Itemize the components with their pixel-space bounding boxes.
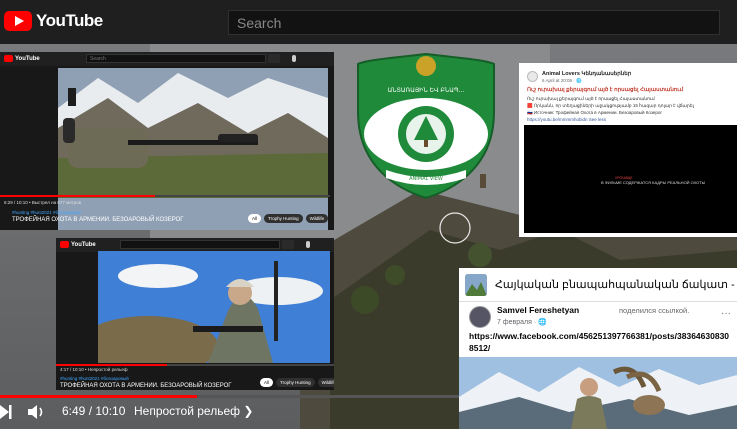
forestry-emblem: ԱՆՏԱՌԱՅԻՆ ԵՎ ԲՆԱՊ... ANIMAL VIEW — [357, 52, 495, 200]
page-name[interactable]: Animal Lovers Կենդանասերներ — [542, 71, 631, 77]
mini-player-time: 6:29 / 10:10 • Выстрел на 677 метров — [4, 200, 82, 205]
post-link-continued[interactable]: 8512/ — [469, 343, 490, 353]
youtube-logo-text: YouTube — [36, 11, 103, 30]
mini-youtube-header: YouTube — [56, 238, 334, 252]
facebook-post-shared-link: Հայկական բնապահպանական ճակատ - Armenian … — [459, 268, 737, 429]
volume-icon[interactable] — [28, 404, 46, 420]
divider — [459, 301, 737, 302]
youtube-header: YouTube Search — [0, 0, 737, 44]
mini-mic-icon[interactable] — [306, 241, 310, 248]
filter-chips: All Trophy Hunting Wildlife — [260, 378, 334, 387]
youtube-window-hunter: YouTube 4:17 / 10:10 • Непростой рельеф … — [56, 238, 334, 390]
video-title[interactable]: ТРОФЕЙНАЯ ОХОТА В АРМЕНИИ. БЕЗОАРОВЫЙ КО… — [60, 383, 232, 389]
video-frame-hunter[interactable] — [98, 251, 330, 363]
mini-progress-bar[interactable] — [56, 364, 334, 366]
mini-logo-text: YouTube — [15, 55, 40, 62]
mini-youtube-logo[interactable]: YouTube — [60, 241, 96, 248]
shared-link-text: поделился ссылкой. — [619, 306, 690, 315]
post-date[interactable]: 7 февраля · 🌐 — [497, 318, 547, 326]
video-frame-sniper[interactable] — [58, 68, 328, 230]
video-hashtags[interactable]: #hunting #hunt2021 #безоаровый — [12, 210, 81, 215]
mini-play-icon — [4, 55, 13, 62]
mini-youtube-header: YouTube Search — [0, 52, 334, 66]
mini-mic-icon[interactable] — [292, 55, 296, 62]
youtube-logo[interactable]: YouTube — [4, 11, 103, 31]
chip-all[interactable]: All — [248, 214, 262, 223]
mini-player-time: 4:17 / 10:10 • Непростой рельеф — [60, 367, 128, 372]
coat-of-arms-icon — [416, 56, 436, 76]
filter-chips: All Trophy Hunting Wildlife — [248, 214, 329, 223]
youtube-window-sniper: YouTube Search 6:29 / 10:10 • Выстрел на… — [0, 52, 334, 230]
post-text-line: Ուշ ուրախալ քերայգում այծ է որսացել Հայա… — [527, 96, 655, 101]
video-title[interactable]: ТРОФЕЙНАЯ ОХОТА В АРМЕНИИ. БЕЗОАРОВЫЙ КО… — [12, 217, 184, 223]
chip-trophy-hunting[interactable]: Trophy Hunting — [264, 214, 303, 223]
player-time: 6:49 / 10:10 — [62, 404, 126, 418]
chip-wildlife[interactable]: Wildlife — [317, 378, 334, 387]
chapter-title[interactable]: Непростой рельеф ❯ — [134, 404, 253, 418]
post-photo[interactable] — [459, 357, 737, 429]
post-text-line: 🟥 Որկանն, որ տեղացիների աջակցությամբ 15 … — [527, 103, 694, 108]
chevron-right-icon: ❯ — [243, 404, 254, 418]
mini-play-icon — [60, 241, 69, 248]
group-thumbnail[interactable] — [465, 274, 487, 296]
chip-wildlife[interactable]: Wildlife — [305, 214, 329, 223]
post-date[interactable]: 6 April at 20:05 · 🌐 — [542, 78, 582, 84]
player-progress-bar[interactable] — [0, 395, 470, 398]
more-options-icon[interactable]: ··· — [721, 308, 731, 319]
youtube-play-icon — [4, 11, 32, 31]
video-hashtags[interactable]: #hunting #hunt2021 #безоаровый — [60, 376, 129, 381]
mini-youtube-logo[interactable]: YouTube — [4, 55, 40, 62]
chapter-label: Непростой рельеф — [134, 404, 241, 418]
post-headline: Ուշ ուրախալ քերայգում այծ է որսացել Հայա… — [527, 87, 684, 93]
facebook-post-animal-lovers: Animal Lovers Կենդանասերներ 6 April at 2… — [519, 63, 737, 237]
emblem-ribbon-text: ANIMAL VIEW — [409, 176, 443, 182]
mini-progress-bar[interactable] — [0, 195, 330, 197]
page-avatar[interactable] — [527, 71, 538, 82]
group-name[interactable]: Հայկական բնապահպանական ճակատ - Armenian … — [495, 278, 737, 291]
mini-search-button[interactable] — [268, 54, 280, 63]
emblem-top-text: ԱՆՏԱՌԱՅԻՆ ԵՎ ԲՆԱՊ... — [388, 87, 465, 94]
skip-next-icon[interactable] — [0, 405, 12, 419]
post-link[interactable]: https://www.facebook.com/456251397766381… — [469, 331, 729, 341]
author-name[interactable]: Samvel Fereshetyan — [497, 305, 579, 315]
mini-search-button[interactable] — [282, 240, 294, 249]
mini-search-input[interactable] — [120, 240, 280, 249]
author-avatar[interactable] — [469, 306, 491, 328]
video-caption: В ФИЛЬМЕ СОДЕРЖАТСЯ КАДРЫ РЕАЛЬНОЙ ОХОТЫ — [601, 180, 706, 185]
post-text-line: 🇷🇺 Источник: Трофейная Охота в Армении. … — [527, 110, 663, 115]
mini-search-input[interactable]: Search — [86, 54, 266, 63]
search-input[interactable]: Search — [228, 10, 720, 35]
mini-logo-text: YouTube — [71, 241, 96, 248]
chip-all[interactable]: All — [260, 378, 274, 387]
post-link[interactable]: https://youtu.be/mmmmhobidn See less — [527, 117, 606, 122]
chip-trophy-hunting[interactable]: Trophy Hunting — [276, 378, 315, 387]
